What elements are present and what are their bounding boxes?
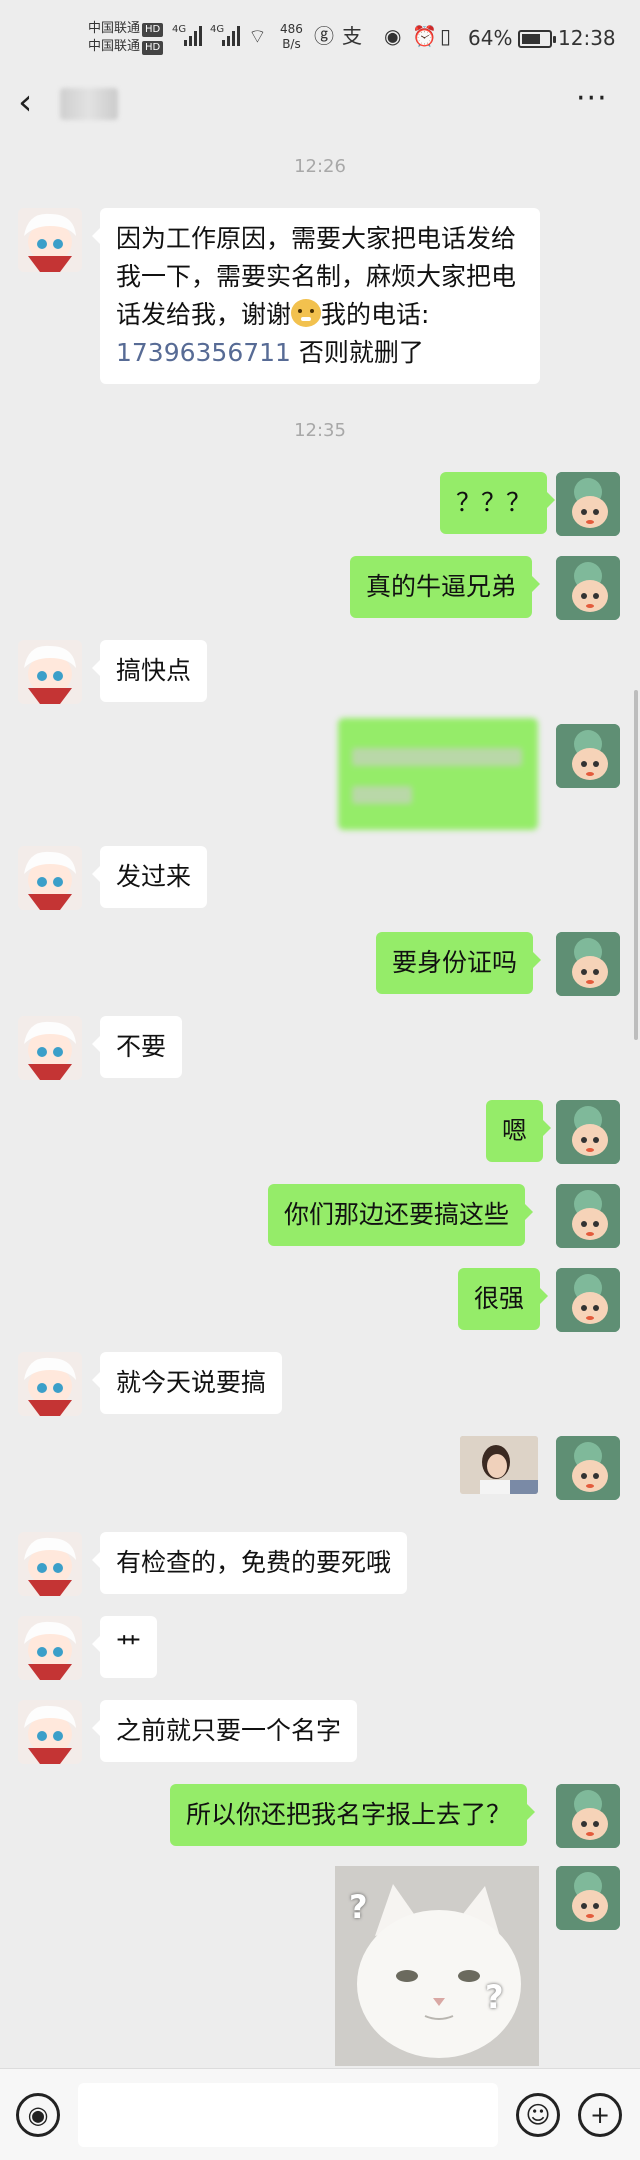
status-bar: 中国联通 HD 中国联通 HD 4G 4G ⌔ 486 B/s ⓖ 支 ◉ ⏰ ▯ …	[0, 0, 640, 74]
signal-icon	[184, 24, 206, 46]
message-bubble-right[interactable]: ？？？	[440, 472, 556, 534]
message-bubble-right[interactable]: 所以你还把我名字报上去了？	[170, 1784, 536, 1846]
emoji-icon[interactable]: ☺	[516, 2093, 560, 2137]
message-bubble-right[interactable]: 很强	[458, 1268, 549, 1330]
phone-link[interactable]: 17396356711	[116, 338, 291, 367]
message-bubble-right[interactable]: 要身份证吗	[376, 932, 542, 994]
avatar-self[interactable]	[556, 1184, 620, 1248]
message-text: 真的牛逼兄弟	[366, 572, 517, 601]
message-text: 很强	[474, 1284, 525, 1313]
message-text: 有检查的，免费的要死哦	[116, 1548, 392, 1577]
question-mark: ?	[485, 1978, 504, 2016]
chevron-left-icon[interactable]: ‹	[18, 85, 54, 122]
avatar[interactable]	[18, 1532, 82, 1596]
status-clock: 12:38	[558, 26, 616, 50]
avatar[interactable]	[18, 1352, 82, 1416]
message-bubble-right[interactable]: 真的牛逼兄弟	[350, 556, 541, 618]
message-text: 之前就只要一个名字	[116, 1716, 342, 1745]
message-bubble-left[interactable]: 发过来	[91, 846, 208, 908]
message-text: 我的电话:	[321, 300, 430, 329]
vibrate-icon: ▯	[440, 24, 452, 48]
message-bubble-left[interactable]: 不要	[91, 1016, 183, 1078]
alarm-icon: ⏰	[412, 24, 437, 48]
carrier-name: 中国联通	[88, 39, 141, 54]
avatar[interactable]	[18, 640, 82, 704]
speed-value: 486	[280, 22, 303, 36]
scrollbar[interactable]	[634, 690, 638, 1040]
avatar[interactable]	[18, 1700, 82, 1764]
avatar[interactable]	[18, 1616, 82, 1680]
message-text: 嗯	[502, 1116, 528, 1145]
hd-badge: HD	[142, 41, 164, 55]
wifi-icon: ⌔	[248, 24, 267, 48]
message-text: 要身份证吗	[392, 948, 518, 977]
message-bubble-left[interactable]: 因为工作原因，需要大家把电话发给我一下，需要实名制，麻烦大家把电话发给我，谢谢我…	[92, 208, 540, 384]
network-speed: 486 B/s	[280, 22, 303, 52]
more-dots-icon[interactable]: ···	[576, 84, 612, 120]
message-text: 搞快点	[116, 656, 192, 685]
avatar[interactable]	[18, 208, 82, 272]
avatar-self[interactable]	[556, 724, 620, 788]
carrier-info: 中国联通 HD 中国联通 HD	[88, 20, 164, 56]
image-message[interactable]	[460, 1436, 538, 1494]
message-text: 所以你还把我名字报上去了？	[186, 1800, 512, 1829]
message-bubble-left[interactable]: 有检查的，免费的要死哦	[91, 1532, 408, 1594]
carrier-name: 中国联通	[88, 21, 141, 36]
avatar[interactable]	[18, 846, 82, 910]
chat-title-blurred	[60, 88, 118, 120]
hd-badge: HD	[142, 23, 164, 37]
message-text: ？？？	[456, 488, 532, 517]
timestamp: 12:35	[294, 420, 346, 441]
alipay-icon: 支	[342, 24, 362, 48]
message-bubble-left[interactable]: 搞快点	[91, 640, 208, 702]
weibo-icon: ⓖ	[314, 24, 334, 48]
avatar-self[interactable]	[556, 1784, 620, 1848]
message-input[interactable]	[78, 2083, 498, 2147]
message-text: 发过来	[116, 862, 192, 891]
doge-emoji-icon	[291, 299, 322, 327]
message-text: 艹	[116, 1632, 142, 1661]
avatar-self[interactable]	[556, 472, 620, 536]
timestamp: 12:26	[294, 156, 346, 177]
message-bubble-left[interactable]: 就今天说要搞	[91, 1352, 283, 1414]
message-text: 就今天说要搞	[116, 1368, 267, 1397]
battery-icon	[518, 30, 556, 48]
message-text: 不要	[116, 1032, 167, 1061]
message-bubble-right[interactable]: 嗯	[486, 1100, 552, 1162]
avatar-self[interactable]	[556, 1100, 620, 1164]
message-bubble-left[interactable]: 艹	[91, 1616, 158, 1678]
speed-unit: B/s	[282, 37, 301, 51]
eye-icon: ◉	[384, 24, 402, 48]
avatar-self[interactable]	[556, 932, 620, 996]
message-bubble-left[interactable]: 之前就只要一个名字	[91, 1700, 358, 1762]
chat-header: ‹ ···	[0, 74, 640, 134]
message-text: 否则就删了	[290, 338, 424, 367]
input-bar: ◉ ☺ +	[0, 2068, 640, 2160]
avatar-self[interactable]	[556, 1866, 620, 1930]
message-text: 你们那边还要搞这些	[284, 1200, 510, 1229]
signal-icon	[222, 24, 244, 46]
blurred-message[interactable]	[338, 718, 538, 830]
message-bubble-right[interactable]: 你们那边还要搞这些	[268, 1184, 534, 1246]
avatar-self[interactable]	[556, 1268, 620, 1332]
avatar-self[interactable]	[556, 1436, 620, 1500]
question-mark: ?	[349, 1888, 368, 1926]
cat-meme-image[interactable]: ? ?	[335, 1866, 539, 2066]
avatar-self[interactable]	[556, 556, 620, 620]
battery-percent: 64%	[468, 26, 513, 50]
plus-icon[interactable]: +	[578, 2093, 622, 2137]
voice-icon[interactable]: ◉	[16, 2093, 60, 2137]
avatar[interactable]	[18, 1016, 82, 1080]
